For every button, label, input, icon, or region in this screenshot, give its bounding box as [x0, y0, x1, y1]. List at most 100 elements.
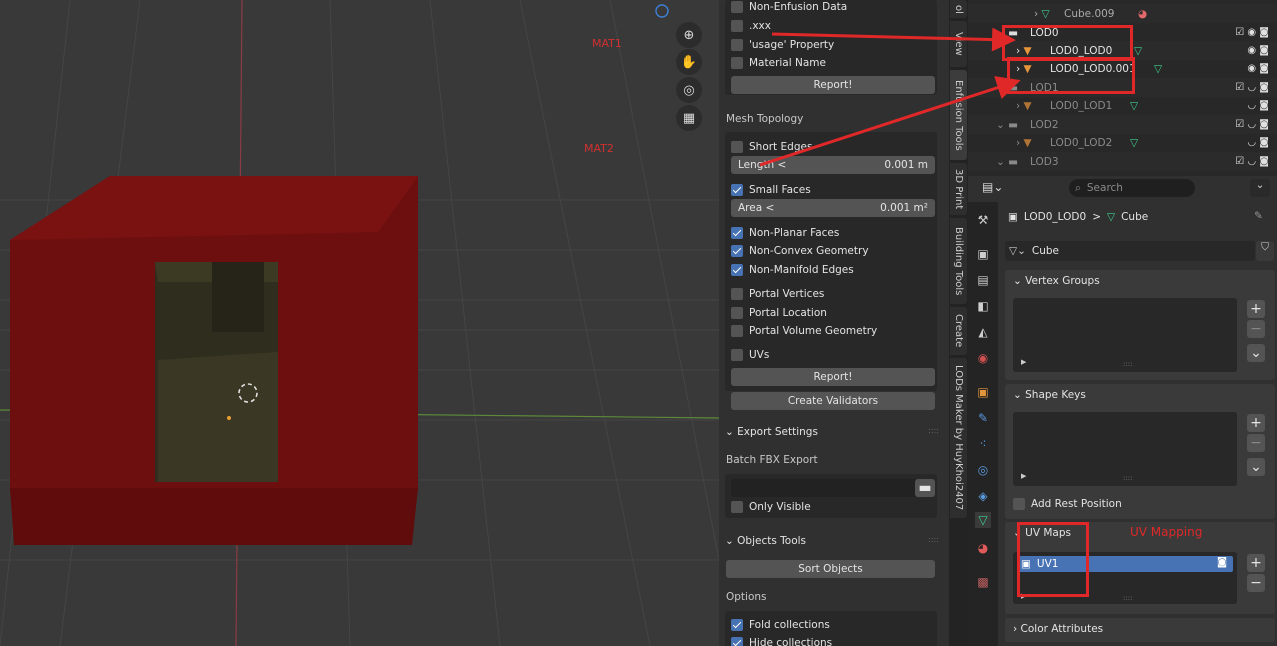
add-uv-map-button[interactable]: + — [1247, 554, 1265, 572]
editor-type-icon[interactable]: ▤⌄ — [982, 180, 1003, 194]
vertex-groups-header[interactable]: ⌄ Vertex Groups — [1013, 275, 1100, 287]
checkbox[interactable] — [731, 244, 743, 257]
vertex-group-menu-button[interactable]: ⌄ — [1247, 344, 1265, 362]
visibility-icons[interactable]: ◉ ◙ — [1247, 45, 1269, 56]
scene-icon[interactable]: ◭ — [975, 324, 991, 340]
visibility-icons[interactable]: ◡ ◙ — [1247, 100, 1269, 111]
outliner-row[interactable]: › ▽ Cube.009 ◕ — [968, 4, 1277, 23]
modifier-icon[interactable]: ✎ — [975, 410, 991, 426]
area-field[interactable]: Area < 0.001 m² — [731, 199, 935, 217]
fake-user-icon[interactable]: ⛉ — [1256, 241, 1274, 261]
tab-lods-maker[interactable]: LODs Maker by HuyKhoi2407 — [950, 358, 967, 518]
check-portal-vertices[interactable]: Portal Vertices — [731, 284, 944, 303]
check-material-name[interactable]: Material Name — [731, 53, 944, 72]
checkbox[interactable] — [731, 226, 743, 239]
checkbox[interactable] — [731, 287, 743, 300]
checkbox[interactable] — [731, 348, 743, 361]
shape-key-menu-button[interactable]: ⌄ — [1247, 458, 1265, 476]
output-icon[interactable]: ▤ — [975, 272, 991, 288]
visibility-icons[interactable]: ☑ ◡ ◙ — [1235, 156, 1269, 167]
checkbox[interactable] — [731, 0, 743, 13]
pin-icon[interactable]: ✎ — [1254, 210, 1263, 222]
expand-icon[interactable]: ▶ — [1021, 472, 1026, 480]
color-attributes-header[interactable]: › Color Attributes — [1013, 623, 1103, 635]
visibility-icons[interactable]: ◡ ◙ — [1247, 137, 1269, 148]
tab-3d-print[interactable]: 3D Print — [950, 163, 967, 215]
breadcrumb-mesh[interactable]: Cube — [1121, 211, 1148, 223]
outliner-row-lod2[interactable]: ⌄ ▬ LOD2 ☑ ◡ ◙ — [968, 115, 1277, 134]
resize-handle-icon[interactable]: :::: — [1123, 474, 1132, 482]
shape-keys-header[interactable]: ⌄ Shape Keys — [1013, 389, 1086, 401]
checkbox[interactable] — [731, 500, 743, 513]
shape-keys-list[interactable]: ▶:::: — [1013, 412, 1237, 486]
check-small-faces[interactable]: Small Faces — [731, 180, 944, 199]
camera-icon[interactable]: ◎ — [676, 77, 702, 103]
tool-icon[interactable]: ⚒ — [975, 212, 991, 228]
mesh-data-icon[interactable]: ▽ — [975, 512, 991, 528]
folder-icon[interactable]: ▬ — [915, 479, 935, 497]
export-settings-header[interactable]: ⌄ Export Settings — [725, 426, 818, 438]
drag-handle-icon[interactable]: :::: — [928, 426, 939, 435]
checkbox[interactable] — [731, 263, 743, 276]
options-dropdown[interactable]: ⌄ — [1250, 179, 1270, 197]
check-non-enfusion-data[interactable]: Non-Enfusion Data — [731, 0, 944, 16]
mesh-datablock-field[interactable]: ▽⌄ Cube — [1005, 241, 1255, 261]
physics-icon[interactable]: ◎ — [975, 462, 991, 478]
vertex-groups-list[interactable]: ▶:::: — [1013, 298, 1237, 372]
add-shape-key-button[interactable]: + — [1247, 414, 1265, 432]
report-button[interactable]: Report! — [731, 76, 935, 94]
report-button-2[interactable]: Report! — [731, 368, 935, 386]
render-icon[interactable]: ▣ — [975, 246, 991, 262]
drag-handle-icon[interactable]: :::: — [928, 535, 939, 544]
checkbox[interactable] — [1013, 497, 1025, 510]
export-path-field[interactable] — [731, 479, 917, 497]
search-input[interactable]: ⌕ Search — [1069, 179, 1195, 197]
check-non-manifold-edges[interactable]: Non-Manifold Edges — [731, 260, 944, 279]
checkbox[interactable] — [731, 19, 743, 32]
3d-viewport[interactable]: MAT1 MAT2 ⊕ ✋ ◎ ▦ — [0, 0, 719, 646]
tab-view[interactable]: View — [950, 21, 967, 67]
hand-pan-icon[interactable]: ✋ — [676, 49, 702, 75]
remove-uv-map-button[interactable]: − — [1247, 574, 1265, 592]
object-icon[interactable]: ▣ — [975, 384, 991, 400]
check-only-visible[interactable]: Only Visible — [731, 497, 944, 516]
checkbox[interactable] — [731, 183, 743, 196]
tab-enfusion-tools[interactable]: Enfusion Tools — [950, 70, 967, 160]
check-usage-property[interactable]: 'usage' Property — [731, 35, 944, 54]
check-add-rest-position[interactable]: Add Rest Position — [1013, 494, 1226, 513]
particles-icon[interactable]: ⁖ — [975, 436, 991, 452]
active-render-icon[interactable]: ◙ — [1217, 556, 1227, 568]
world-icon[interactable]: ◉ — [975, 350, 991, 366]
tab-tool[interactable]: ol — [950, 0, 967, 18]
visibility-icons[interactable]: ☑ ◉ ◙ — [1235, 27, 1269, 38]
check-xxx[interactable]: .xxx — [731, 16, 944, 35]
resize-handle-icon[interactable]: :::: — [1123, 360, 1132, 368]
remove-shape-key-button[interactable]: − — [1247, 434, 1265, 452]
checkbox[interactable] — [731, 38, 743, 51]
check-hide-collections[interactable]: Hide collections — [731, 633, 944, 646]
check-fold-collections[interactable]: Fold collections — [731, 615, 944, 634]
checkbox[interactable] — [731, 636, 743, 646]
gizmo-axis[interactable] — [655, 4, 669, 18]
resize-handle-icon[interactable]: :::: — [1123, 594, 1132, 602]
visibility-icons[interactable]: ☑ ◡ ◙ — [1235, 82, 1269, 93]
create-validators-button[interactable]: Create Validators — [731, 392, 935, 410]
length-field[interactable]: Length < 0.001 m — [731, 156, 935, 174]
grid-icon[interactable]: ▦ — [676, 105, 702, 131]
constraints-icon[interactable]: ◈ — [975, 488, 991, 504]
check-non-planar-faces[interactable]: Non-Planar Faces — [731, 223, 944, 242]
outliner-row-lod0-lod2[interactable]: › ▼ LOD0_LOD2 ▽ ◡ ◙ — [968, 133, 1277, 152]
visibility-icons[interactable]: ◉ ◙ — [1247, 63, 1269, 74]
view-layer-icon[interactable]: ◧ — [975, 298, 991, 314]
checkbox[interactable] — [731, 324, 743, 337]
checkbox[interactable] — [731, 306, 743, 319]
outliner-row-lod0-lod1[interactable]: › ▼ LOD0_LOD1 ▽ ◡ ◙ — [968, 96, 1277, 115]
checkbox[interactable] — [731, 618, 743, 631]
tab-building-tools[interactable]: Building Tools — [950, 218, 967, 304]
check-non-convex-geometry[interactable]: Non-Convex Geometry — [731, 241, 944, 260]
check-portal-volume-geometry[interactable]: Portal Volume Geometry — [731, 321, 944, 340]
tab-create[interactable]: Create — [950, 307, 967, 355]
objects-tools-header[interactable]: ⌄ Objects Tools — [725, 535, 806, 547]
outliner-row-lod3[interactable]: ⌄ ▬ LOD3 ☑ ◡ ◙ — [968, 152, 1277, 171]
checkbox[interactable] — [731, 56, 743, 69]
